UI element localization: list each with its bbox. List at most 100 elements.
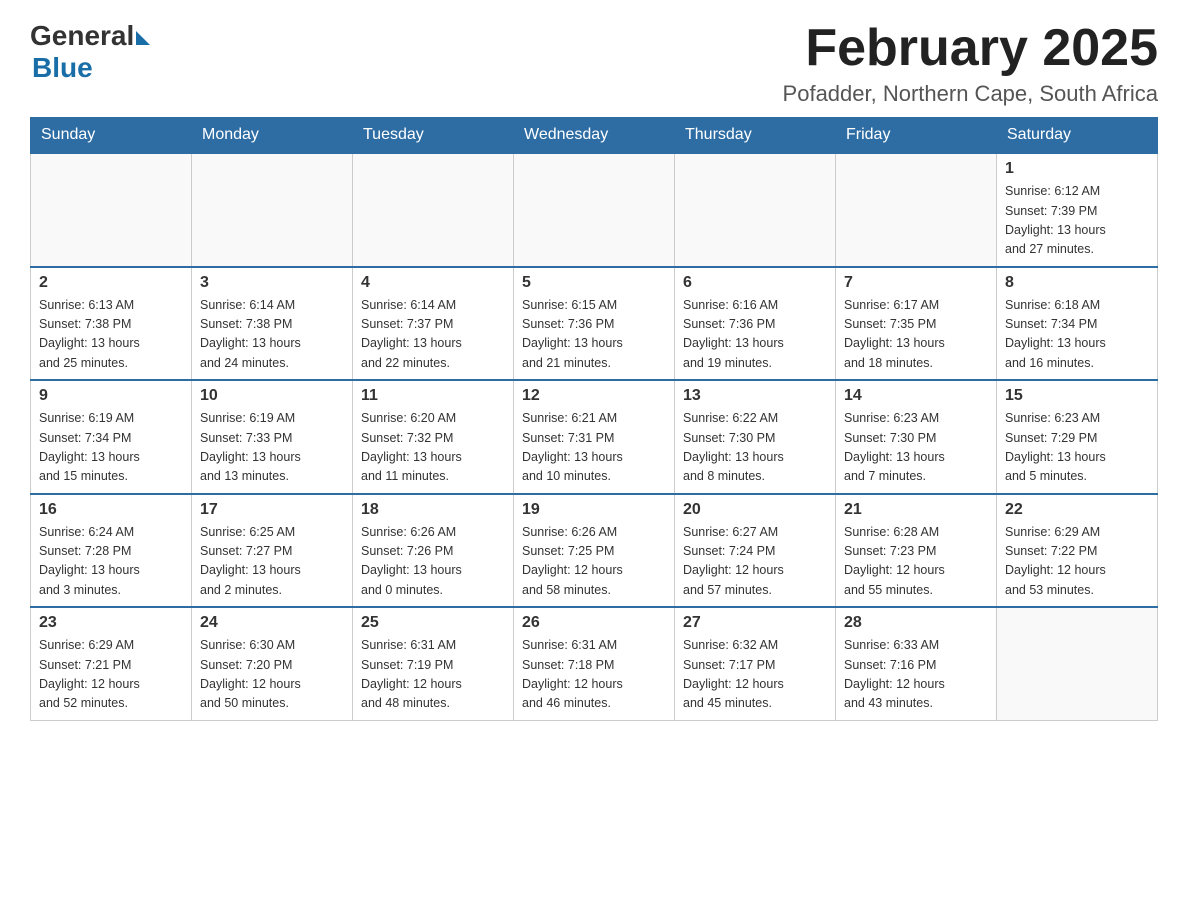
calendar-cell: 14 Sunrise: 6:23 AMSunset: 7:30 PMDayligh… [836, 380, 997, 494]
calendar-table: SundayMondayTuesdayWednesdayThursdayFrid… [30, 117, 1158, 721]
calendar-week-row: 9 Sunrise: 6:19 AMSunset: 7:34 PMDaylight… [31, 380, 1158, 494]
day-info: Sunrise: 6:23 AMSunset: 7:30 PMDaylight:… [844, 409, 988, 487]
calendar-cell: 21 Sunrise: 6:28 AMSunset: 7:23 PMDayligh… [836, 494, 997, 608]
calendar-cell: 23 Sunrise: 6:29 AMSunset: 7:21 PMDayligh… [31, 607, 192, 720]
calendar-cell: 10 Sunrise: 6:19 AMSunset: 7:33 PMDayligh… [192, 380, 353, 494]
day-number: 19 [522, 501, 666, 519]
day-info: Sunrise: 6:18 AMSunset: 7:34 PMDaylight:… [1005, 296, 1149, 374]
weekday-header-saturday: Saturday [997, 118, 1158, 154]
calendar-week-row: 1Sunrise: 6:12 AMSunset: 7:39 PMDaylight… [31, 153, 1158, 267]
calendar-week-row: 16Sunrise: 6:24 AMSunset: 7:28 PMDayligh… [31, 494, 1158, 608]
day-info: Sunrise: 6:29 AMSunset: 7:22 PMDaylight:… [1005, 523, 1149, 601]
logo-arrow-icon [136, 31, 150, 45]
location-title: Pofadder, Northern Cape, South Africa [783, 81, 1158, 107]
day-info: Sunrise: 6:19 AMSunset: 7:33 PMDaylight:… [200, 409, 344, 487]
calendar-cell: 18 Sunrise: 6:26 AMSunset: 7:26 PMDayligh… [353, 494, 514, 608]
calendar-cell: 6 Sunrise: 6:16 AMSunset: 7:36 PMDaylight… [675, 267, 836, 381]
day-number: 18 [361, 501, 505, 519]
day-info: Sunrise: 6:13 AMSunset: 7:38 PMDaylight:… [39, 296, 183, 374]
weekday-header-thursday: Thursday [675, 118, 836, 154]
calendar-cell [192, 153, 353, 267]
day-number: 13 [683, 387, 827, 405]
day-number: 22 [1005, 501, 1149, 519]
weekday-header-friday: Friday [836, 118, 997, 154]
day-info: Sunrise: 6:19 AMSunset: 7:34 PMDaylight:… [39, 409, 183, 487]
calendar-cell: 12 Sunrise: 6:21 AMSunset: 7:31 PMDayligh… [514, 380, 675, 494]
day-number: 7 [844, 274, 988, 292]
day-number: 2 [39, 274, 183, 292]
calendar-cell: 11 Sunrise: 6:20 AMSunset: 7:32 PMDayligh… [353, 380, 514, 494]
day-info: Sunrise: 6:26 AMSunset: 7:26 PMDaylight:… [361, 523, 505, 601]
calendar-cell [997, 607, 1158, 720]
day-info: Sunrise: 6:27 AMSunset: 7:24 PMDaylight:… [683, 523, 827, 601]
day-info: Sunrise: 6:24 AMSunset: 7:28 PMDaylight:… [39, 523, 183, 601]
day-number: 1 [1005, 160, 1149, 178]
calendar-cell: 16Sunrise: 6:24 AMSunset: 7:28 PMDayligh… [31, 494, 192, 608]
calendar-cell [836, 153, 997, 267]
calendar-cell: 2 Sunrise: 6:13 AMSunset: 7:38 PMDaylight… [31, 267, 192, 381]
day-info: Sunrise: 6:30 AMSunset: 7:20 PMDaylight:… [200, 636, 344, 714]
day-info: Sunrise: 6:20 AMSunset: 7:32 PMDaylight:… [361, 409, 505, 487]
day-info: Sunrise: 6:28 AMSunset: 7:23 PMDaylight:… [844, 523, 988, 601]
month-title: February 2025 [783, 20, 1158, 77]
calendar-cell [353, 153, 514, 267]
calendar-cell: 17 Sunrise: 6:25 AMSunset: 7:27 PMDayligh… [192, 494, 353, 608]
calendar-cell: 4Sunrise: 6:14 AMSunset: 7:37 PMDaylight… [353, 267, 514, 381]
logo-blue-text: Blue [32, 52, 93, 84]
calendar-cell: 20 Sunrise: 6:27 AMSunset: 7:24 PMDayligh… [675, 494, 836, 608]
logo-general-text: General [30, 20, 134, 52]
calendar-cell: 26Sunrise: 6:31 AMSunset: 7:18 PMDayligh… [514, 607, 675, 720]
weekday-header-sunday: Sunday [31, 118, 192, 154]
day-number: 21 [844, 501, 988, 519]
day-number: 20 [683, 501, 827, 519]
weekday-header-monday: Monday [192, 118, 353, 154]
weekday-header-wednesday: Wednesday [514, 118, 675, 154]
day-number: 8 [1005, 274, 1149, 292]
calendar-cell [675, 153, 836, 267]
calendar-cell: 1Sunrise: 6:12 AMSunset: 7:39 PMDaylight… [997, 153, 1158, 267]
calendar-cell: 5Sunrise: 6:15 AMSunset: 7:36 PMDaylight… [514, 267, 675, 381]
day-number: 3 [200, 274, 344, 292]
calendar-cell: 19 Sunrise: 6:26 AMSunset: 7:25 PMDayligh… [514, 494, 675, 608]
calendar-week-row: 23 Sunrise: 6:29 AMSunset: 7:21 PMDayligh… [31, 607, 1158, 720]
calendar-cell [514, 153, 675, 267]
day-number: 23 [39, 614, 183, 632]
day-info: Sunrise: 6:25 AMSunset: 7:27 PMDaylight:… [200, 523, 344, 601]
calendar-cell: 13 Sunrise: 6:22 AMSunset: 7:30 PMDayligh… [675, 380, 836, 494]
calendar-cell: 27Sunrise: 6:32 AMSunset: 7:17 PMDayligh… [675, 607, 836, 720]
day-number: 15 [1005, 387, 1149, 405]
day-info: Sunrise: 6:21 AMSunset: 7:31 PMDaylight:… [522, 409, 666, 487]
day-number: 11 [361, 387, 505, 405]
title-section: February 2025 Pofadder, Northern Cape, S… [783, 20, 1158, 107]
day-info: Sunrise: 6:16 AMSunset: 7:36 PMDaylight:… [683, 296, 827, 374]
calendar-cell: 9 Sunrise: 6:19 AMSunset: 7:34 PMDaylight… [31, 380, 192, 494]
day-number: 12 [522, 387, 666, 405]
page-header: General Blue February 2025 Pofadder, Nor… [30, 20, 1158, 107]
calendar-cell: 24 Sunrise: 6:30 AMSunset: 7:20 PMDayligh… [192, 607, 353, 720]
day-number: 28 [844, 614, 988, 632]
day-info: Sunrise: 6:22 AMSunset: 7:30 PMDaylight:… [683, 409, 827, 487]
day-info: Sunrise: 6:17 AMSunset: 7:35 PMDaylight:… [844, 296, 988, 374]
day-number: 24 [200, 614, 344, 632]
day-number: 26 [522, 614, 666, 632]
day-info: Sunrise: 6:33 AMSunset: 7:16 PMDaylight:… [844, 636, 988, 714]
weekday-header-row: SundayMondayTuesdayWednesdayThursdayFrid… [31, 118, 1158, 154]
day-info: Sunrise: 6:14 AMSunset: 7:37 PMDaylight:… [361, 296, 505, 374]
day-number: 25 [361, 614, 505, 632]
logo: General Blue [30, 20, 150, 84]
calendar-cell: 28 Sunrise: 6:33 AMSunset: 7:16 PMDayligh… [836, 607, 997, 720]
day-info: Sunrise: 6:14 AMSunset: 7:38 PMDaylight:… [200, 296, 344, 374]
day-info: Sunrise: 6:29 AMSunset: 7:21 PMDaylight:… [39, 636, 183, 714]
calendar-cell: 15 Sunrise: 6:23 AMSunset: 7:29 PMDayligh… [997, 380, 1158, 494]
day-info: Sunrise: 6:32 AMSunset: 7:17 PMDaylight:… [683, 636, 827, 714]
day-number: 6 [683, 274, 827, 292]
day-info: Sunrise: 6:31 AMSunset: 7:19 PMDaylight:… [361, 636, 505, 714]
day-info: Sunrise: 6:15 AMSunset: 7:36 PMDaylight:… [522, 296, 666, 374]
calendar-week-row: 2 Sunrise: 6:13 AMSunset: 7:38 PMDaylight… [31, 267, 1158, 381]
day-info: Sunrise: 6:26 AMSunset: 7:25 PMDaylight:… [522, 523, 666, 601]
day-number: 9 [39, 387, 183, 405]
day-number: 14 [844, 387, 988, 405]
day-number: 17 [200, 501, 344, 519]
day-info: Sunrise: 6:23 AMSunset: 7:29 PMDaylight:… [1005, 409, 1149, 487]
day-number: 10 [200, 387, 344, 405]
